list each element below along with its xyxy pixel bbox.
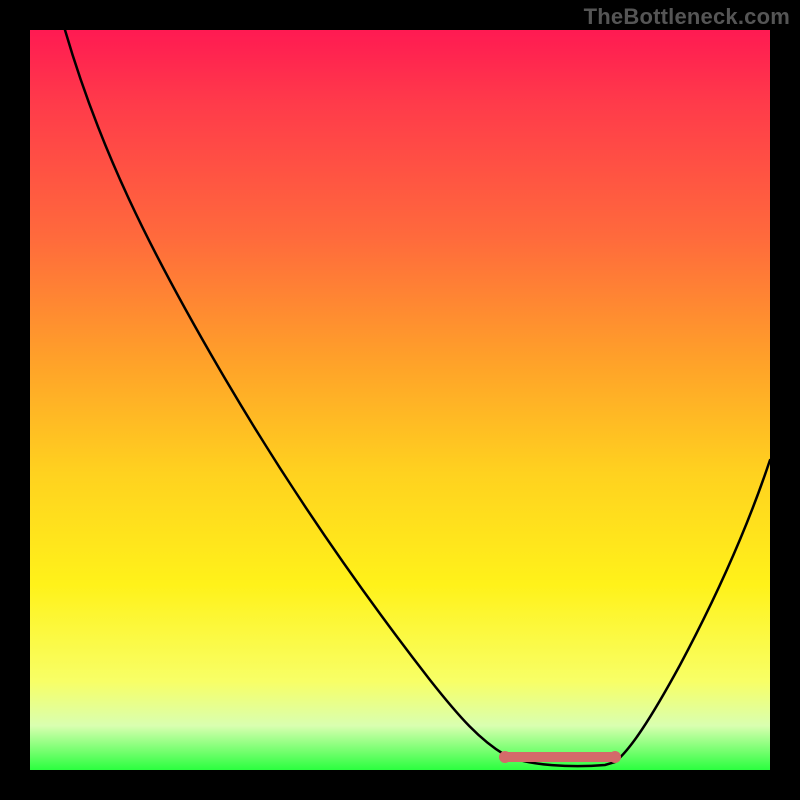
curve-svg xyxy=(30,30,770,770)
optimal-range-right-dot xyxy=(609,751,621,763)
optimal-range-left-dot xyxy=(499,751,511,763)
bottleneck-curve xyxy=(65,30,770,766)
plot-area xyxy=(30,30,770,770)
watermark-text: TheBottleneck.com xyxy=(584,4,790,30)
chart-frame: TheBottleneck.com xyxy=(0,0,800,800)
